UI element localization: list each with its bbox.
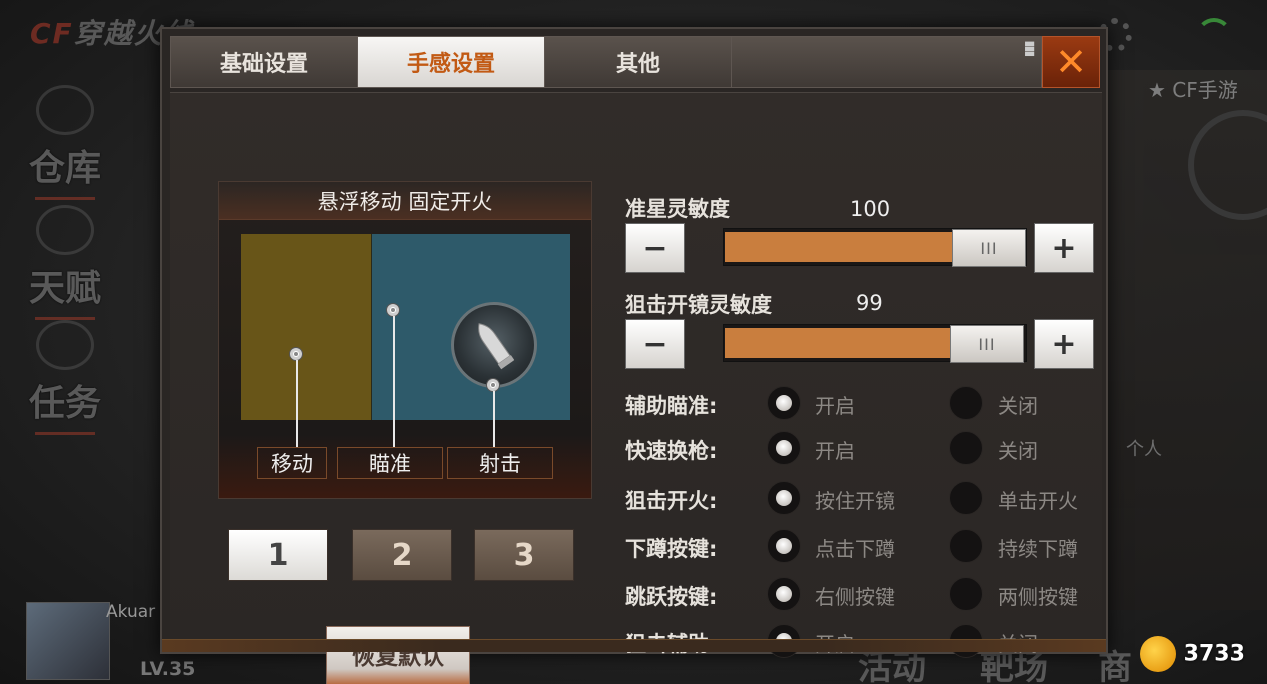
crosshair-sensitivity-slider[interactable]: III	[723, 228, 1027, 267]
plus-icon: +	[1051, 326, 1077, 362]
right-panel-title: ★ CF手游	[1148, 78, 1238, 102]
sniper-scope-sensitivity-thumb[interactable]: III	[950, 325, 1024, 363]
mission-icon	[36, 320, 94, 370]
talent-icon	[36, 205, 94, 255]
radio-text[interactable]: 关闭	[998, 628, 1038, 657]
fire-zone-label: 射击	[447, 447, 553, 479]
option-label: 辅助瞄准:	[625, 394, 718, 418]
sniper-scope-sensitivity-increase-button[interactable]: +	[1034, 319, 1094, 369]
watermark-logo-icon	[1140, 636, 1176, 672]
control-layout-preview: 悬浮移动 固定开火 移动 瞄准 射击	[218, 181, 592, 499]
bullet-icon	[478, 323, 514, 370]
aim-assist-off-radio[interactable]	[949, 386, 983, 420]
sniper-fire-tap-radio[interactable]	[949, 481, 983, 515]
aim-assist-on-radio[interactable]	[767, 386, 801, 420]
layout-button-2[interactable]: 2	[352, 529, 452, 581]
radio-text[interactable]: 开启	[815, 435, 855, 464]
crosshair-sensitivity-increase-button[interactable]: +	[1034, 223, 1094, 273]
settings-tabs: 基础设置 手感设置 其他	[170, 36, 1042, 88]
aim-leader-line	[393, 316, 395, 447]
layout-button-3[interactable]: 3	[474, 529, 574, 581]
close-icon: ✕	[1055, 40, 1087, 84]
quick-switch-off-radio[interactable]	[949, 431, 983, 465]
player-level: LV.35	[140, 658, 196, 680]
move-marker	[290, 348, 302, 360]
option-label: 跳跃按键:	[625, 585, 718, 609]
option-label: 下蹲按键:	[625, 537, 718, 561]
tab-other[interactable]: 其他	[545, 37, 732, 87]
sniper-fire-hold-radio[interactable]	[767, 481, 801, 515]
crosshair-sensitivity-decrease-button[interactable]: −	[625, 223, 685, 273]
sniper-assist-on-radio[interactable]	[767, 624, 801, 658]
nav-warehouse[interactable]: 仓库	[10, 85, 120, 200]
minus-icon: −	[642, 326, 668, 362]
nav-talent[interactable]: 天赋	[10, 205, 120, 320]
move-leader-line	[296, 360, 298, 447]
option-label: 快速换枪:	[625, 439, 718, 463]
radio-text[interactable]: 关闭	[998, 390, 1038, 419]
crouch-hold-radio[interactable]	[949, 529, 983, 563]
option-label: 狙击辅助:	[625, 632, 718, 656]
jump-right-radio[interactable]	[767, 577, 801, 611]
aim-zone-label: 瞄准	[337, 447, 443, 479]
quick-switch-on-radio[interactable]	[767, 431, 801, 465]
fire-marker	[487, 379, 499, 391]
settings-dialog: 基础设置 手感设置 其他 ▬ ▬ ▬ ✕ 悬浮移动 固定开火 移动 瞄准 射击 …	[160, 27, 1108, 684]
crosshair-sensitivity-fill	[725, 232, 990, 262]
wifi-icon	[1196, 18, 1232, 44]
sniper-scope-sensitivity-fill	[725, 328, 988, 358]
move-zone	[241, 234, 372, 420]
fire-leader-line	[493, 391, 495, 447]
player-name: Akuar	[106, 602, 156, 622]
sniper-scope-sensitivity-decrease-button[interactable]: −	[625, 319, 685, 369]
crosshair-sensitivity-value: 100	[850, 197, 891, 221]
radio-text[interactable]: 关闭	[998, 435, 1038, 464]
sniper-scope-sensitivity-slider[interactable]: III	[723, 324, 1027, 363]
jump-both-radio[interactable]	[949, 577, 983, 611]
sniper-scope-sensitivity-label: 狙击开镜灵敏度	[625, 293, 772, 317]
radio-text[interactable]: 开启	[815, 628, 855, 657]
sniper-scope-sensitivity-value: 99	[856, 291, 883, 315]
radio-text[interactable]: 点击下蹲	[815, 533, 895, 562]
fire-button-preview	[451, 302, 537, 388]
avatar-ring	[1188, 110, 1267, 220]
preview-title: 悬浮移动 固定开火	[219, 182, 591, 220]
crosshair-sensitivity-thumb[interactable]: III	[952, 229, 1026, 267]
radio-text[interactable]: 持续下蹲	[998, 533, 1078, 562]
close-button[interactable]: ✕	[1042, 36, 1100, 88]
reset-default-button[interactable]: 恢复默认	[326, 626, 470, 684]
menu-icon: ▬ ▬ ▬	[1024, 36, 1036, 60]
avatar	[26, 602, 110, 680]
nav-mission[interactable]: 任务	[10, 320, 120, 435]
site-watermark: 3733	[1140, 636, 1245, 672]
crouch-tap-radio[interactable]	[767, 529, 801, 563]
radio-text[interactable]: 两侧按键	[998, 581, 1078, 610]
radio-text[interactable]: 单击开火	[998, 485, 1078, 514]
minus-icon: −	[642, 230, 668, 266]
right-panel-person[interactable]: 个人	[1126, 435, 1162, 461]
layout-button-1[interactable]: 1	[228, 529, 328, 581]
aim-marker	[387, 304, 399, 316]
player-card[interactable]: Akuar LV.35	[10, 598, 195, 684]
radio-text[interactable]: 开启	[815, 390, 855, 419]
move-zone-label: 移动	[257, 447, 327, 479]
tab-basic-settings[interactable]: 基础设置	[171, 37, 358, 87]
crosshair-sensitivity-label: 准星灵敏度	[625, 197, 730, 221]
option-label: 狙击开火:	[625, 489, 718, 513]
tab-bar-filler	[732, 37, 1041, 87]
plus-icon: +	[1051, 230, 1077, 266]
sniper-assist-off-radio[interactable]	[949, 624, 983, 658]
feel-settings-panel: 悬浮移动 固定开火 移动 瞄准 射击 1 2 3 恢复默认 准星灵敏度 100 …	[170, 92, 1102, 684]
radio-text[interactable]: 右侧按键	[815, 581, 895, 610]
tab-feel-settings[interactable]: 手感设置	[358, 37, 545, 87]
warehouse-icon	[36, 85, 94, 135]
right-side-panel: ★ CF手游 个人	[1108, 70, 1267, 610]
radio-text[interactable]: 按住开镜	[815, 485, 895, 514]
